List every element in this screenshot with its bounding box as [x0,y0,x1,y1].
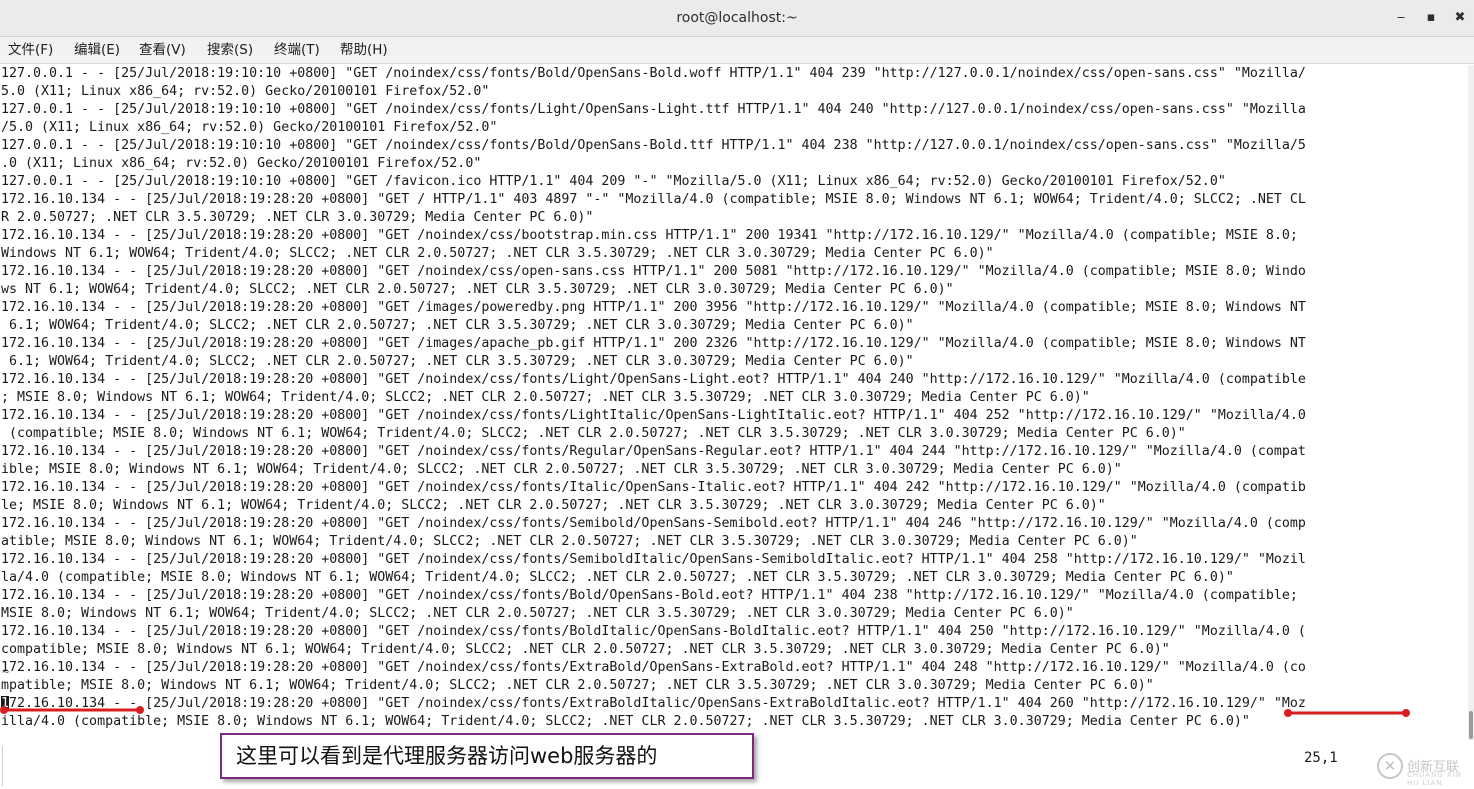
terminal-line: illa/4.0 (compatible; MSIE 8.0; Windows … [1,714,1250,729]
terminal-line: 5.0 (X11; Linux x86_64; rv:52.0) Gecko/2… [1,84,490,99]
terminal-line: compatible; MSIE 8.0; Windows NT 6.1; WO… [1,642,1170,657]
scrollbar-thumb[interactable] [1469,711,1473,739]
terminal-line: 172.16.10.134 - - [25/Jul/2018:19:28:20 … [1,372,1306,387]
terminal-line: 172.16.10.134 - - [25/Jul/2018:19:28:20 … [1,552,1306,567]
terminal-line: Windows NT 6.1; WOW64; Trident/4.0; SLCC… [1,246,994,261]
command-line-edge [2,746,3,786]
terminal-line: 172.16.10.134 - - [25/Jul/2018:19:28:20 … [1,660,1306,675]
terminal-line: ible; MSIE 8.0; Windows NT 6.1; WOW64; T… [1,462,1122,477]
annotation-callout: 这里可以看到是代理服务器访问web服务器的 [220,733,754,779]
terminal-line: 172.16.10.134 - - [25/Jul/2018:19:28:20 … [1,264,1306,279]
terminal-scrollbar[interactable] [1468,65,1474,740]
maximize-button[interactable]: ▪ [1422,9,1440,27]
terminal-line: 6.1; WOW64; Trident/4.0; SLCC2; .NET CLR… [1,318,914,333]
terminal-line: 172.16.10.134 - - [25/Jul/2018:19:28:20 … [1,696,1306,711]
minimize-button[interactable]: ‒ [1392,9,1410,27]
terminal-line: mpatible; MSIE 8.0; Windows NT 6.1; WOW6… [1,678,1154,693]
terminal-line: 127.0.0.1 - - [25/Jul/2018:19:10:10 +080… [1,138,1306,153]
terminal-line: 127.0.0.1 - - [25/Jul/2018:19:10:10 +080… [1,102,1306,117]
terminal-line: 172.16.10.134 - - [25/Jul/2018:19:28:20 … [1,444,1306,459]
menu-bar: 文件(F) 编辑(E) 查看(V) 搜索(S) 终端(T) 帮助(H) [0,37,1474,64]
terminal-line: 127.0.0.1 - - [25/Jul/2018:19:10:10 +080… [1,174,1226,189]
terminal-line: /5.0 (X11; Linux x86_64; rv:52.0) Gecko/… [1,120,498,135]
menu-edit[interactable]: 编辑(E) [74,37,120,63]
terminal-line: 172.16.10.134 - - [25/Jul/2018:19:28:20 … [1,408,1306,423]
menu-search[interactable]: 搜索(S) [207,37,253,63]
window-titlebar: root@localhost:~ ‒ ▪ ✖ [0,0,1474,37]
terminal-line: 127.0.0.1 - - [25/Jul/2018:19:10:10 +080… [1,66,1306,81]
terminal-line: 172.16.10.134 - - [25/Jul/2018:19:28:20 … [1,192,1306,207]
terminal-line: le; MSIE 8.0; Windows NT 6.1; WOW64; Tri… [1,498,1106,513]
cursor-position: 25,1 [1304,750,1338,766]
annotation-text: 这里可以看到是代理服务器访问web服务器的 [236,744,658,768]
terminal-line: 6.1; WOW64; Trident/4.0; SLCC2; .NET CLR… [1,354,914,369]
terminal-line: .0 (X11; Linux x86_64; rv:52.0) Gecko/20… [1,156,482,171]
menu-help[interactable]: 帮助(H) [340,37,388,63]
menu-view[interactable]: 查看(V) [139,37,186,63]
terminal-line: R 2.0.50727; .NET CLR 3.5.30729; .NET CL… [1,210,594,225]
terminal-line: ws NT 6.1; WOW64; Trident/4.0; SLCC2; .N… [1,282,954,297]
close-button[interactable]: ✖ [1451,9,1469,27]
window-title: root@localhost:~ [676,10,798,26]
terminal-line: ; MSIE 8.0; Windows NT 6.1; WOW64; Tride… [1,390,1090,405]
menu-terminal[interactable]: 终端(T) [274,37,320,63]
terminal-line: 172.16.10.134 - - [25/Jul/2018:19:28:20 … [1,228,1298,243]
terminal-line: 172.16.10.134 - - [25/Jul/2018:19:28:20 … [1,480,1306,495]
terminal-line: 172.16.10.134 - - [25/Jul/2018:19:28:20 … [1,336,1306,351]
terminal-line: atible; MSIE 8.0; Windows NT 6.1; WOW64;… [1,534,1138,549]
terminal-line: la/4.0 (compatible; MSIE 8.0; Windows NT… [1,570,1234,585]
watermark-subtext: CHUANG XIN HU LIAN [1407,771,1463,787]
chuangxin-logo-icon: ✕ [1377,753,1403,779]
terminal-line: 172.16.10.134 - - [25/Jul/2018:19:28:20 … [1,300,1306,315]
text-cursor: 1 [1,696,10,711]
terminal-line: 172.16.10.134 - - [25/Jul/2018:19:28:20 … [1,588,1298,603]
terminal-output[interactable]: 127.0.0.1 - - [25/Jul/2018:19:10:10 +080… [0,65,1468,741]
terminal-line: 172.16.10.134 - - [25/Jul/2018:19:28:20 … [1,516,1306,531]
menu-file[interactable]: 文件(F) [8,37,53,63]
terminal-line: 172.16.10.134 - - [25/Jul/2018:19:28:20 … [1,624,1306,639]
terminal-line: (compatible; MSIE 8.0; Windows NT 6.1; W… [1,426,1186,441]
vim-empty-line-marker: ~ [2,665,10,679]
terminal-line: MSIE 8.0; Windows NT 6.1; WOW64; Trident… [1,606,1074,621]
